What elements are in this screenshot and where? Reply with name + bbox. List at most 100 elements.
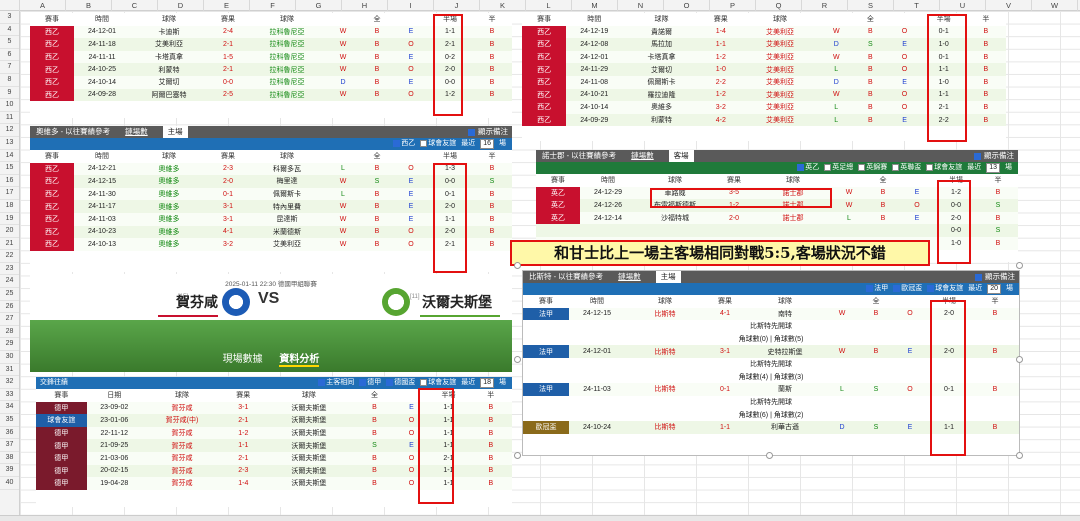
- column-header[interactable]: C: [112, 0, 158, 11]
- column-header[interactable]: S: [848, 0, 894, 11]
- row-header[interactable]: 26: [0, 301, 19, 314]
- checkbox-icon[interactable]: [892, 163, 900, 171]
- checkbox-icon[interactable]: [359, 378, 367, 386]
- tab-analysis[interactable]: 資料分析: [279, 354, 320, 367]
- column-header[interactable]: N: [618, 0, 664, 11]
- resize-handle[interactable]: [514, 452, 521, 459]
- row-header[interactable]: 17: [0, 187, 19, 200]
- checkbox-icon[interactable]: [927, 284, 935, 292]
- row-header[interactable]: 21: [0, 238, 19, 251]
- checkbox-icon[interactable]: [393, 139, 401, 147]
- tab-all[interactable]: 鏈場數: [626, 150, 659, 162]
- filter-option[interactable]: 英錦賽: [858, 162, 887, 174]
- checkbox-icon[interactable]: [797, 163, 805, 171]
- filter-league[interactable]: 西乙: [393, 138, 415, 150]
- row-header[interactable]: 38: [0, 452, 19, 465]
- tab-home[interactable]: 主場: [655, 271, 681, 283]
- show-notes-toggle[interactable]: 顯示備注: [974, 150, 1014, 162]
- row-header[interactable]: 6: [0, 49, 19, 62]
- filter-option[interactable]: 英乙: [797, 162, 819, 174]
- checkbox-icon[interactable]: [420, 139, 428, 147]
- recent-select[interactable]: 16: [480, 139, 494, 149]
- row-header[interactable]: 37: [0, 439, 19, 452]
- filter-option[interactable]: 球會友誼: [926, 162, 962, 174]
- row-header[interactable]: 3: [0, 11, 19, 24]
- checkbox-icon[interactable]: [858, 163, 866, 171]
- row-header[interactable]: 15: [0, 162, 19, 175]
- recent-select[interactable]: 20: [987, 284, 1001, 294]
- column-header[interactable]: R: [802, 0, 848, 11]
- column-header[interactable]: D: [158, 0, 204, 11]
- column-header[interactable]: F: [250, 0, 296, 11]
- row-header[interactable]: 23: [0, 263, 19, 276]
- column-header[interactable]: H: [342, 0, 388, 11]
- row-header[interactable]: 4: [0, 24, 19, 37]
- row-header[interactable]: 31: [0, 364, 19, 377]
- column-header[interactable]: P: [710, 0, 756, 11]
- column-header[interactable]: U: [940, 0, 986, 11]
- filter-option[interactable]: 歐冠盃: [893, 283, 922, 295]
- column-header[interactable]: W: [1032, 0, 1078, 11]
- row-header[interactable]: 36: [0, 427, 19, 440]
- recent-select[interactable]: 13: [986, 163, 1000, 173]
- column-header[interactable]: Q: [756, 0, 802, 11]
- checkbox-icon[interactable]: [926, 163, 934, 171]
- checkbox-icon[interactable]: [386, 378, 394, 386]
- tab-away[interactable]: 客場: [668, 150, 694, 162]
- filter-option[interactable]: 球會友誼: [927, 283, 963, 295]
- row-header[interactable]: 32: [0, 376, 19, 389]
- checkbox-icon[interactable]: [893, 284, 901, 292]
- show-notes-toggle[interactable]: 顯示備注: [975, 271, 1015, 283]
- column-header[interactable]: I: [388, 0, 434, 11]
- row-header[interactable]: 35: [0, 414, 19, 427]
- column-header[interactable]: O: [664, 0, 710, 11]
- filter-option[interactable]: 英足總: [824, 162, 853, 174]
- filter-friendly[interactable]: 球會友誼: [420, 138, 456, 150]
- checkbox-icon[interactable]: [974, 152, 981, 160]
- filter-option[interactable]: 德國盃: [386, 377, 415, 389]
- checkbox-icon[interactable]: [318, 378, 326, 386]
- row-header[interactable]: 22: [0, 250, 19, 263]
- row-header[interactable]: 33: [0, 389, 19, 402]
- column-header[interactable]: L: [526, 0, 572, 11]
- column-header[interactable]: J: [434, 0, 480, 11]
- row-header[interactable]: 19: [0, 213, 19, 226]
- resize-handle[interactable]: [514, 356, 521, 363]
- tab-all[interactable]: 鏈場數: [120, 126, 153, 138]
- column-header[interactable]: T: [894, 0, 940, 11]
- column-header[interactable]: B: [66, 0, 112, 11]
- row-header[interactable]: 30: [0, 351, 19, 364]
- recent-select[interactable]: 18: [480, 378, 494, 388]
- row-header[interactable]: 24: [0, 275, 19, 289]
- resize-handle[interactable]: [514, 262, 521, 269]
- row-header[interactable]: 11: [0, 112, 19, 125]
- column-header[interactable]: A: [20, 0, 66, 11]
- checkbox-icon[interactable]: [420, 378, 428, 386]
- column-header[interactable]: V: [986, 0, 1032, 11]
- row-header[interactable]: 10: [0, 99, 19, 112]
- checkbox-icon[interactable]: [975, 273, 982, 281]
- row-header[interactable]: 8: [0, 74, 19, 87]
- row-header[interactable]: 40: [0, 477, 19, 490]
- row-header[interactable]: 14: [0, 150, 19, 163]
- row-header[interactable]: 5: [0, 36, 19, 49]
- filter-option[interactable]: 德甲: [359, 377, 381, 389]
- filter-option[interactable]: 主客相同: [318, 377, 354, 389]
- row-header[interactable]: 39: [0, 464, 19, 477]
- row-header[interactable]: 27: [0, 313, 19, 326]
- show-notes-toggle[interactable]: 顯示備注: [468, 126, 508, 138]
- row-header[interactable]: 28: [0, 326, 19, 339]
- resize-handle[interactable]: [1016, 356, 1023, 363]
- column-header[interactable]: K: [480, 0, 526, 11]
- row-header[interactable]: 29: [0, 338, 19, 352]
- checkbox-icon[interactable]: [468, 128, 475, 136]
- checkbox-icon[interactable]: [866, 284, 874, 292]
- sheet-tab-bar[interactable]: [0, 515, 1080, 521]
- row-header[interactable]: 20: [0, 225, 19, 238]
- column-header[interactable]: G: [296, 0, 342, 11]
- row-header[interactable]: 16: [0, 175, 19, 188]
- tab-home[interactable]: 主場: [162, 126, 188, 138]
- resize-handle[interactable]: [1016, 452, 1023, 459]
- column-header[interactable]: M: [572, 0, 618, 11]
- checkbox-icon[interactable]: [824, 163, 832, 171]
